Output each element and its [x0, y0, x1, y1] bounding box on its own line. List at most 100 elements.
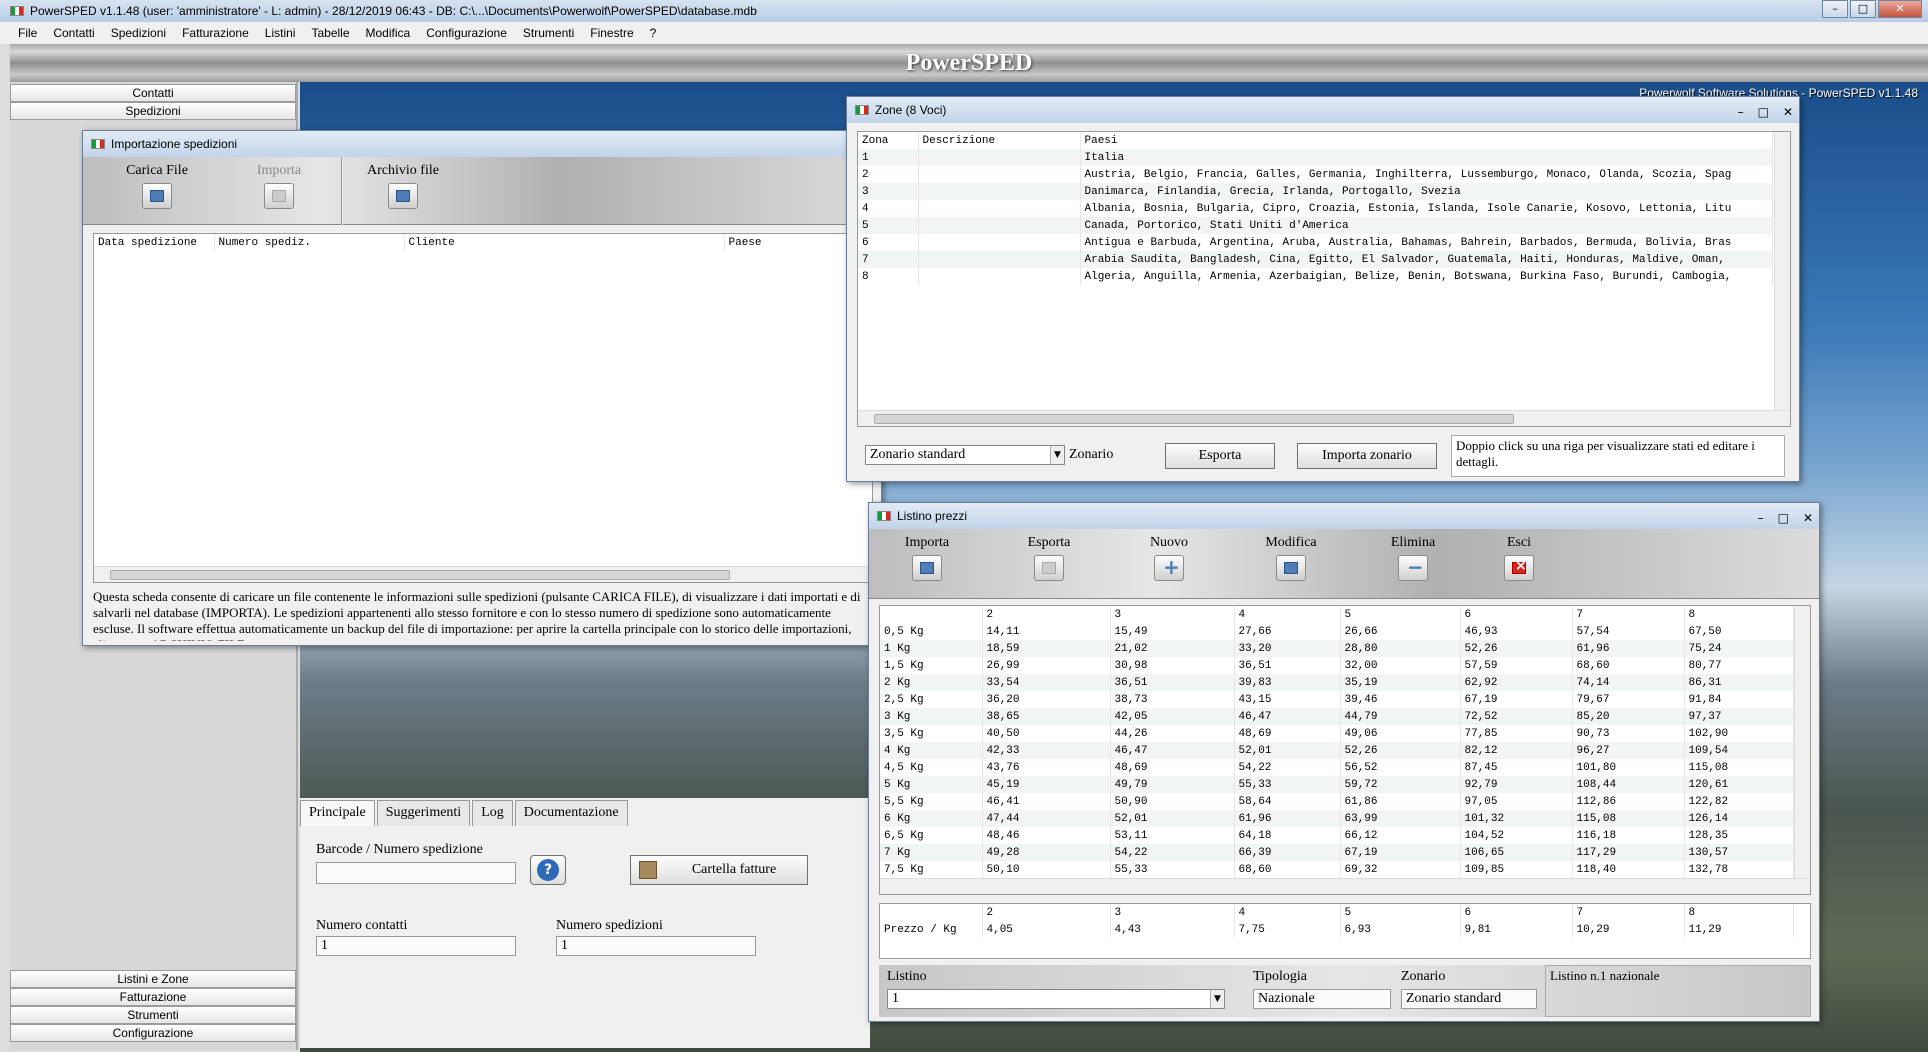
- sidebar-item-configurazione[interactable]: Configurazione: [10, 1024, 296, 1042]
- scroll-thumb[interactable]: [874, 414, 1514, 424]
- minimize-icon[interactable]: –: [1822, 0, 1848, 18]
- table-row[interactable]: 5,5 Kg 46,41 50,90 58,64 61,86 97,05 112,86 122…: [880, 793, 1794, 810]
- exit-button[interactable]: Esci: [1469, 535, 1569, 581]
- sidebar-item-contatti[interactable]: Contatti: [10, 84, 296, 102]
- column-header[interactable]: 4: [1234, 606, 1341, 623]
- table-row[interactable]: 7 Kg 49,28 54,22 66,39 67,19 106,65 117,29 130,…: [880, 844, 1794, 861]
- barcode-input[interactable]: [316, 862, 516, 884]
- column-header[interactable]: 2: [982, 606, 1111, 623]
- zone-vertical-scrollbar[interactable]: [1774, 132, 1790, 412]
- column-header[interactable]: Paesi: [1080, 132, 1773, 149]
- price-vertical-scrollbar[interactable]: [1794, 606, 1810, 880]
- table-row[interactable]: 3 Kg 38,65 42,05 46,47 44,79 72,52 85,20 97,37: [880, 708, 1794, 725]
- per-kg-grid[interactable]: 2 3 4 5 6 7 8 Prezzo / Kg 4,05 4,43 7,75 6,93 9,81 10…: [879, 903, 1811, 959]
- table-row[interactable]: 2 Austria, Belgio, Francia, Galles, Germa…: [858, 166, 1773, 183]
- table-row[interactable]: 7,5 Kg 50,10 55,33 68,60 69,32 109,85 118,40 13…: [880, 861, 1794, 878]
- import-zonario-button[interactable]: Importa zonario: [1297, 443, 1437, 469]
- tab-suggerimenti[interactable]: Suggerimenti: [376, 800, 471, 826]
- table-row[interactable]: 6,5 Kg 48,46 53,11 64,18 66,12 104,52 116,18 12…: [880, 827, 1794, 844]
- help-button[interactable]: ?: [530, 855, 566, 885]
- table-row[interactable]: 4 Albania, Bosnia, Bulgaria, Cipro, Croaz…: [858, 200, 1773, 217]
- listino-select[interactable]: 1 ▼: [887, 989, 1225, 1009]
- column-header[interactable]: [880, 904, 983, 921]
- scroll-thumb[interactable]: [110, 570, 730, 580]
- menu-spedizioni[interactable]: Spedizioni: [103, 22, 174, 44]
- table-row[interactable]: 7 Arabia Saudita, Bangladesh, Cina, Egitt…: [858, 251, 1773, 268]
- column-header[interactable]: 7: [1572, 904, 1685, 921]
- export-button[interactable]: Esporta: [1165, 443, 1275, 469]
- import-horizontal-scrollbar[interactable]: [94, 566, 872, 582]
- column-header[interactable]: 5: [1340, 606, 1461, 623]
- import-button[interactable]: Importa: [229, 163, 329, 209]
- zone-horizontal-scrollbar[interactable]: [858, 410, 1790, 426]
- menu-help[interactable]: ?: [642, 22, 665, 44]
- zonario-select[interactable]: Zonario standard ▼: [865, 445, 1065, 465]
- new-button[interactable]: Nuovo: [1119, 535, 1219, 581]
- column-header[interactable]: 8: [1684, 904, 1794, 921]
- column-header[interactable]: Zona: [858, 132, 919, 149]
- table-row[interactable]: 6 Antigua e Barbuda, Argentina, Aruba, Au…: [858, 234, 1773, 251]
- column-header[interactable]: Numero spediz.: [214, 234, 405, 251]
- maximize-icon[interactable]: □: [1778, 505, 1789, 531]
- edit-button[interactable]: Modifica: [1241, 535, 1341, 581]
- chevron-down-icon[interactable]: ▼: [1210, 990, 1224, 1008]
- price-export-button[interactable]: Esporta: [999, 535, 1099, 581]
- table-row[interactable]: 5 Canada, Portorico, Stati Uniti d'Americ…: [858, 217, 1773, 234]
- delete-button[interactable]: Elimina: [1363, 535, 1463, 581]
- minimize-icon[interactable]: –: [1758, 505, 1764, 531]
- per-kg-row[interactable]: Prezzo / Kg 4,05 4,43 7,75 6,93 9,81 10,29 11,2…: [880, 921, 1794, 938]
- column-header[interactable]: Cliente: [404, 234, 725, 251]
- column-header[interactable]: 6: [1460, 606, 1573, 623]
- maximize-icon[interactable]: □: [1758, 99, 1769, 125]
- table-row[interactable]: 6 Kg 47,44 52,01 61,96 63,99 101,32 115,08 126,…: [880, 810, 1794, 827]
- archive-file-button[interactable]: Archivio file: [353, 163, 453, 209]
- table-row[interactable]: 4,5 Kg 43,76 48,69 54,22 56,52 87,45 101,80 115…: [880, 759, 1794, 776]
- minimize-icon[interactable]: –: [1738, 99, 1744, 125]
- import-grid[interactable]: Data spedizione Numero spediz. Cliente P…: [93, 233, 873, 583]
- zone-grid[interactable]: Zona Descrizione Paesi 1 Italia 2 Austria,…: [857, 131, 1791, 427]
- invoice-folder-button[interactable]: Cartella fatture: [630, 855, 808, 885]
- menu-fatturazione[interactable]: Fatturazione: [174, 22, 257, 44]
- column-header[interactable]: Data spedizione: [94, 234, 215, 251]
- menu-finestre[interactable]: Finestre: [582, 22, 641, 44]
- sidebar-item-strumenti[interactable]: Strumenti: [10, 1006, 296, 1024]
- menu-listini[interactable]: Listini: [257, 22, 304, 44]
- price-import-button[interactable]: Importa: [877, 535, 977, 581]
- table-row[interactable]: 5 Kg 45,19 49,79 55,33 59,72 92,79 108,44 120,6…: [880, 776, 1794, 793]
- chevron-down-icon[interactable]: ▼: [1050, 446, 1064, 464]
- tab-log[interactable]: Log: [472, 800, 513, 826]
- maximize-icon[interactable]: □: [1850, 0, 1876, 18]
- close-icon[interactable]: ✕: [1878, 0, 1922, 18]
- table-row[interactable]: 4 Kg 42,33 46,47 52,01 52,26 82,12 96,27 109,54: [880, 742, 1794, 759]
- sidebar-item-spedizioni[interactable]: Spedizioni: [10, 102, 296, 120]
- table-row[interactable]: 8 Algeria, Anguilla, Armenia, Azerbaigian…: [858, 268, 1773, 285]
- column-header[interactable]: 5: [1340, 904, 1461, 921]
- price-grid[interactable]: 2 3 4 5 6 7 8 0,5 Kg 14,11 15,49 27,66 26,66 46,93 57…: [879, 605, 1811, 895]
- column-header[interactable]: 8: [1684, 606, 1794, 623]
- column-header[interactable]: 7: [1572, 606, 1685, 623]
- menu-tabelle[interactable]: Tabelle: [303, 22, 357, 44]
- table-row[interactable]: 3,5 Kg 40,50 44,26 48,69 49,06 77,85 90,73 102,…: [880, 725, 1794, 742]
- sidebar-item-fatturazione[interactable]: Fatturazione: [10, 988, 296, 1006]
- close-icon[interactable]: ✕: [1803, 505, 1813, 531]
- column-header[interactable]: Descrizione: [918, 132, 1081, 149]
- table-row[interactable]: 1 Italia: [858, 149, 1773, 166]
- price-horizontal-scrollbar[interactable]: [880, 878, 1810, 894]
- tab-documentazione[interactable]: Documentazione: [514, 800, 628, 826]
- menu-strumenti[interactable]: Strumenti: [515, 22, 582, 44]
- column-header[interactable]: 2: [982, 904, 1111, 921]
- menu-file[interactable]: File: [10, 22, 45, 44]
- menu-contatti[interactable]: Contatti: [45, 22, 102, 44]
- table-row[interactable]: 2 Kg 33,54 36,51 39,83 35,19 62,92 74,14 86,31: [880, 674, 1794, 691]
- column-header[interactable]: 3: [1110, 904, 1235, 921]
- tab-principale[interactable]: Principale: [300, 800, 375, 826]
- load-file-button[interactable]: Carica File: [107, 163, 207, 209]
- close-icon[interactable]: ✕: [1783, 99, 1793, 125]
- table-row[interactable]: 2,5 Kg 36,20 38,73 43,15 39,46 67,19 79,67 91,8…: [880, 691, 1794, 708]
- table-row[interactable]: 3 Danimarca, Finlandia, Grecia, Irlanda, …: [858, 183, 1773, 200]
- column-header[interactable]: 6: [1460, 904, 1573, 921]
- sidebar-item-listini-zone[interactable]: Listini e Zone: [10, 970, 296, 988]
- table-row[interactable]: 0,5 Kg 14,11 15,49 27,66 26,66 46,93 57,54 67,5…: [880, 623, 1794, 640]
- menu-configurazione[interactable]: Configurazione: [418, 22, 515, 44]
- table-row[interactable]: 1 Kg 18,59 21,02 33,20 28,80 52,26 61,96 75,24: [880, 640, 1794, 657]
